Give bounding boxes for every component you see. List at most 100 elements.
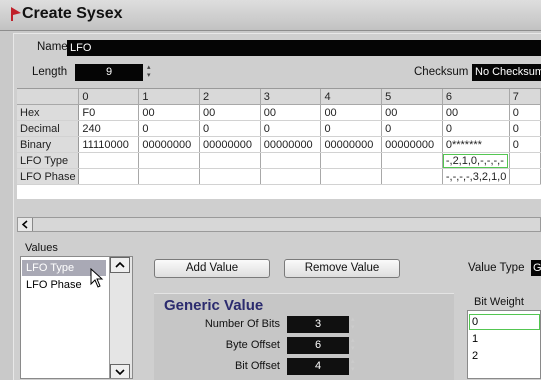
grid-cell[interactable] xyxy=(509,152,541,169)
number-of-bits-spinner[interactable]: ▴ ▾ xyxy=(351,316,357,333)
grid-cell[interactable]: 0 xyxy=(509,104,541,121)
grid-cell[interactable]: 00 xyxy=(199,104,261,121)
grid-cell[interactable]: 00 xyxy=(138,104,201,121)
add-value-button[interactable]: Add Value xyxy=(154,259,270,278)
grid-cell[interactable] xyxy=(260,168,322,185)
grid-cell[interactable]: 00000000 xyxy=(320,136,383,153)
table-row-lfo-type: LFO Type -,2,1,0,-,-,-,- xyxy=(17,152,541,169)
checksum-select[interactable]: No Checksum xyxy=(472,64,541,81)
table-row-lfo-phase: LFO Phase -,-,-,-,3,2,1,0 xyxy=(17,168,541,185)
grid-cell[interactable]: 00 xyxy=(442,104,510,121)
vertical-scrollbar[interactable] xyxy=(109,257,132,378)
grid-header-cell[interactable]: 4 xyxy=(320,89,383,105)
grid-cell[interactable]: 0 xyxy=(442,120,510,137)
bit-offset-label: Bit Offset xyxy=(234,360,280,372)
grid-header-row: 0 1 2 3 4 5 6 7 xyxy=(17,89,541,105)
list-item[interactable]: 0 xyxy=(469,314,540,330)
generic-value-section: Generic Value Number Of Bits 3 ▴ ▾ Byte O… xyxy=(154,293,454,380)
mouse-cursor-icon xyxy=(90,268,104,288)
title-bar: Create Sysex xyxy=(0,0,541,31)
checksum-label: Checksum xyxy=(414,66,469,78)
grid-cell[interactable] xyxy=(509,168,541,185)
number-of-bits-label: Number Of Bits xyxy=(204,318,280,330)
remove-value-button[interactable]: Remove Value xyxy=(284,259,400,278)
grid-cell[interactable] xyxy=(381,152,443,169)
grid-cell[interactable]: 0******* xyxy=(442,136,510,153)
length-label: Length xyxy=(32,66,68,78)
table-row-hex: Hex F0 00 00 00 00 00 00 0 xyxy=(17,104,541,121)
grid-header-cell[interactable]: 3 xyxy=(260,89,322,105)
grid-cell[interactable] xyxy=(199,168,261,185)
grid-cell[interactable] xyxy=(138,168,201,185)
table-row-binary: Binary 11110000 00000000 00000000 000000… xyxy=(17,136,541,153)
bit-weight-label: Bit Weight xyxy=(474,296,524,308)
grid-cell[interactable]: 00000000 xyxy=(138,136,201,153)
grid-cell[interactable] xyxy=(138,152,201,169)
grid-cell[interactable]: 0 xyxy=(381,120,443,137)
grid-header-cell[interactable]: 5 xyxy=(381,89,443,105)
window-title: Create Sysex xyxy=(22,5,123,22)
value-type-select[interactable]: G xyxy=(531,260,541,276)
grid-header-cell[interactable]: 0 xyxy=(78,89,140,105)
scroll-left-button[interactable] xyxy=(18,218,33,231)
grid-cell[interactable]: -,-,-,-,3,2,1,0 xyxy=(442,168,510,185)
grid-cell[interactable]: 0 xyxy=(509,136,541,153)
grid-cell[interactable]: 00000000 xyxy=(381,136,443,153)
grid-cell[interactable]: 0 xyxy=(199,120,261,137)
length-spinner[interactable]: ▴ ▾ xyxy=(147,64,154,81)
byte-offset-field[interactable]: 6 xyxy=(287,337,349,354)
grid-cell[interactable]: 00000000 xyxy=(199,136,261,153)
grid-cell[interactable]: 11110000 xyxy=(78,136,140,153)
length-field[interactable]: 9 xyxy=(75,64,143,81)
grid-cell-selected[interactable]: -,2,1,0,-,-,-,- xyxy=(442,152,510,169)
grid-cell[interactable] xyxy=(199,152,261,169)
grid-cell[interactable]: 240 xyxy=(78,120,140,137)
row-label: Binary xyxy=(17,136,80,153)
grid-cell[interactable] xyxy=(78,168,140,185)
name-field[interactable]: LFO xyxy=(67,40,541,56)
grid-header-cell[interactable]: 1 xyxy=(138,89,201,105)
grid-header-cell[interactable]: 7 xyxy=(509,89,541,105)
values-label: Values xyxy=(25,242,58,254)
grid-cell[interactable]: 0 xyxy=(509,120,541,137)
grid-cell[interactable] xyxy=(381,168,443,185)
number-of-bits-field[interactable]: 3 xyxy=(287,316,349,333)
list-item[interactable]: 2 xyxy=(472,348,540,364)
byte-offset-label: Byte Offset xyxy=(225,339,280,351)
grid-cell[interactable]: 00 xyxy=(260,104,322,121)
bit-weight-list[interactable]: 0 1 2 xyxy=(467,310,541,379)
grid-header-cell[interactable]: 2 xyxy=(199,89,261,105)
byte-offset-spinner[interactable]: ▴ ▾ xyxy=(351,337,357,354)
grid-cell[interactable]: 0 xyxy=(260,120,322,137)
horizontal-scrollbar[interactable] xyxy=(17,217,541,232)
sysex-grid: 0 1 2 3 4 5 6 7 Hex F0 00 00 00 00 00 00… xyxy=(17,88,541,199)
grid-header-cell xyxy=(17,89,80,105)
grid-cell[interactable]: 00 xyxy=(320,104,383,121)
chevron-down-icon xyxy=(115,369,125,376)
grid-header-cell[interactable]: 6 xyxy=(442,89,510,105)
grid-cell[interactable]: 0 xyxy=(320,120,383,137)
cubase-logo-icon xyxy=(11,7,21,21)
bit-offset-spinner[interactable]: ▴ ▾ xyxy=(351,358,357,375)
generic-value-title: Generic Value xyxy=(164,297,264,314)
scroll-down-button[interactable] xyxy=(110,364,130,378)
grid-cell[interactable] xyxy=(320,168,383,185)
grid-cell[interactable] xyxy=(320,152,383,169)
grid-cell[interactable]: 00000000 xyxy=(260,136,322,153)
grid-cell[interactable] xyxy=(78,152,140,169)
row-label: LFO Type xyxy=(17,152,80,169)
table-row-decimal: Decimal 240 0 0 0 0 0 0 0 xyxy=(17,120,541,137)
values-list[interactable]: LFO Type LFO Phase xyxy=(20,256,133,379)
value-type-label: Value Type xyxy=(468,262,525,274)
row-label: LFO Phase xyxy=(17,168,80,185)
grid-cell[interactable]: 0 xyxy=(138,120,201,137)
grid-cell[interactable] xyxy=(260,152,322,169)
bit-offset-field[interactable]: 4 xyxy=(287,358,349,375)
grid-cell[interactable]: 00 xyxy=(381,104,443,121)
row-label: Hex xyxy=(17,104,80,121)
grid-cell[interactable]: F0 xyxy=(78,104,140,121)
scroll-up-button[interactable] xyxy=(110,257,130,273)
list-item[interactable]: 1 xyxy=(472,331,540,347)
chevron-up-icon xyxy=(115,261,125,268)
name-label: Name xyxy=(37,41,68,53)
